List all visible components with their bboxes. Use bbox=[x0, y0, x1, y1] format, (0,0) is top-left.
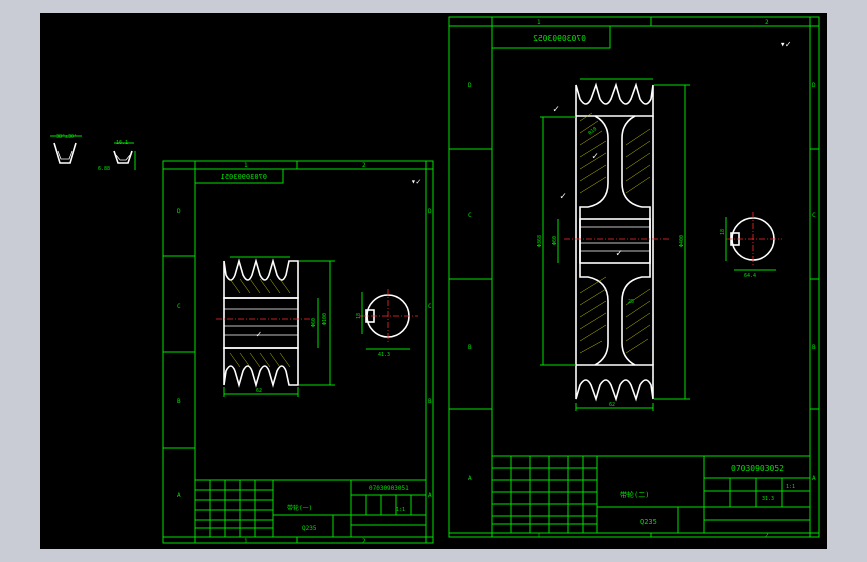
right-roughness-mark-3: ✓ bbox=[553, 104, 559, 115]
right-inner-border bbox=[491, 25, 811, 534]
left-material: Q235 bbox=[302, 525, 317, 532]
drawing-svg: D C B A D C B A 1 2 1 2 07030903051 ▾✓ ✓ bbox=[50, 16, 820, 545]
right-dim-pitch: Φ368 bbox=[537, 235, 543, 247]
right-dim-rim: R10 bbox=[587, 126, 598, 136]
right-roughness-symbol: ▾✓ bbox=[780, 40, 791, 50]
left-dim-key-width: 18 bbox=[356, 313, 362, 319]
groove-width: 16.1 bbox=[116, 140, 128, 146]
right-zone-d-right: D bbox=[812, 82, 816, 89]
right-zone-a: A bbox=[468, 475, 472, 482]
right-zone-d: D bbox=[468, 82, 472, 89]
groove-angle: 38°±30' bbox=[56, 134, 77, 140]
right-scale: 1:1 bbox=[786, 484, 795, 490]
right-title-block: 07030903052 带轮(二) Q235 31.3 1:1 bbox=[491, 455, 811, 534]
left-dim-width: 62 bbox=[256, 388, 262, 394]
right-mass: 31.3 bbox=[762, 496, 774, 502]
left-section-mark: ✓ bbox=[256, 330, 261, 340]
right-section-mark: ✓ bbox=[616, 248, 622, 259]
right-dim-web: 25 bbox=[628, 299, 634, 305]
left-dim-key-depth: 41.3 bbox=[378, 352, 390, 358]
left-zone-c-right: C bbox=[428, 303, 432, 310]
right-hub-view: 18 64.4 bbox=[720, 212, 782, 279]
right-zone-b: B bbox=[468, 344, 472, 351]
left-zone-a: A bbox=[177, 492, 181, 499]
left-zone-1: 1 bbox=[244, 162, 248, 169]
right-code: 07030903052 bbox=[731, 464, 784, 473]
left-zone-2: 2 bbox=[362, 162, 366, 169]
right-dim-width: 62 bbox=[609, 402, 615, 408]
right-dim-key-depth: 64.4 bbox=[744, 273, 756, 279]
right-pulley-section: ✓ ✓ ✓ ✓ 62 Φ400 Φ368 Φ60 R10 25 bbox=[537, 78, 690, 411]
left-scale: 1:1 bbox=[396, 507, 405, 513]
right-roughness-mark-2: ✓ bbox=[560, 191, 566, 202]
left-zone-d: D bbox=[177, 208, 181, 215]
right-zone-b-right: B bbox=[812, 344, 816, 351]
right-zone-2: 2 bbox=[765, 19, 769, 26]
left-pulley-section: ✓ 62 Φ100 Φ60 bbox=[216, 256, 335, 397]
right-zone-1: 1 bbox=[537, 19, 541, 26]
left-title: 带轮(一) bbox=[287, 504, 312, 512]
left-dim-hub: Φ60 bbox=[311, 318, 317, 327]
left-zone-a-right: A bbox=[428, 492, 432, 499]
right-sheet: D C B A D C B A 1 2 1 2 07030903052 ▾✓ ✓… bbox=[448, 16, 820, 539]
right-zone-c-right: C bbox=[812, 212, 816, 219]
right-dim-key-width: 18 bbox=[720, 229, 726, 235]
left-code: 07030903051 bbox=[369, 485, 409, 492]
left-hub-view: 18 41.3 bbox=[356, 289, 418, 358]
right-material: Q235 bbox=[640, 518, 657, 526]
right-roughness-mark-1: ✓ bbox=[592, 151, 598, 162]
right-sheet-border bbox=[448, 16, 820, 538]
left-zone-1-bottom: 1 bbox=[244, 538, 248, 545]
right-zone-c: C bbox=[468, 212, 472, 219]
left-title-block: 07030903051 带轮(一) Q235 1:1 bbox=[194, 479, 427, 538]
groove-detail: 38°±30' 16.1 6.88 bbox=[50, 134, 136, 172]
left-zone-d-right: D bbox=[428, 208, 432, 215]
cad-drawing-canvas: D C B A D C B A 1 2 1 2 07030903051 ▾✓ ✓ bbox=[40, 13, 827, 549]
left-zone-c: C bbox=[177, 303, 181, 310]
left-mirrored-code: 07030903051 bbox=[221, 173, 267, 181]
right-zone-a-right: A bbox=[812, 475, 816, 482]
right-dim-bore: Φ60 bbox=[552, 236, 558, 245]
groove-depth: 6.88 bbox=[98, 166, 110, 172]
left-inner-border bbox=[194, 168, 427, 538]
right-title: 带轮(二) bbox=[620, 490, 649, 499]
left-zone-b-right: B bbox=[428, 398, 432, 405]
right-mirrored-code: 07030903052 bbox=[533, 34, 586, 43]
left-dim-outer: Φ100 bbox=[322, 313, 328, 325]
left-roughness-symbol: ▾✓ bbox=[411, 177, 421, 186]
left-zone-2-bottom: 2 bbox=[362, 538, 366, 545]
left-sheet: D C B A D C B A 1 2 1 2 07030903051 ▾✓ ✓ bbox=[162, 160, 434, 545]
right-dim-outer: Φ400 bbox=[679, 235, 685, 247]
left-zone-b: B bbox=[177, 398, 181, 405]
